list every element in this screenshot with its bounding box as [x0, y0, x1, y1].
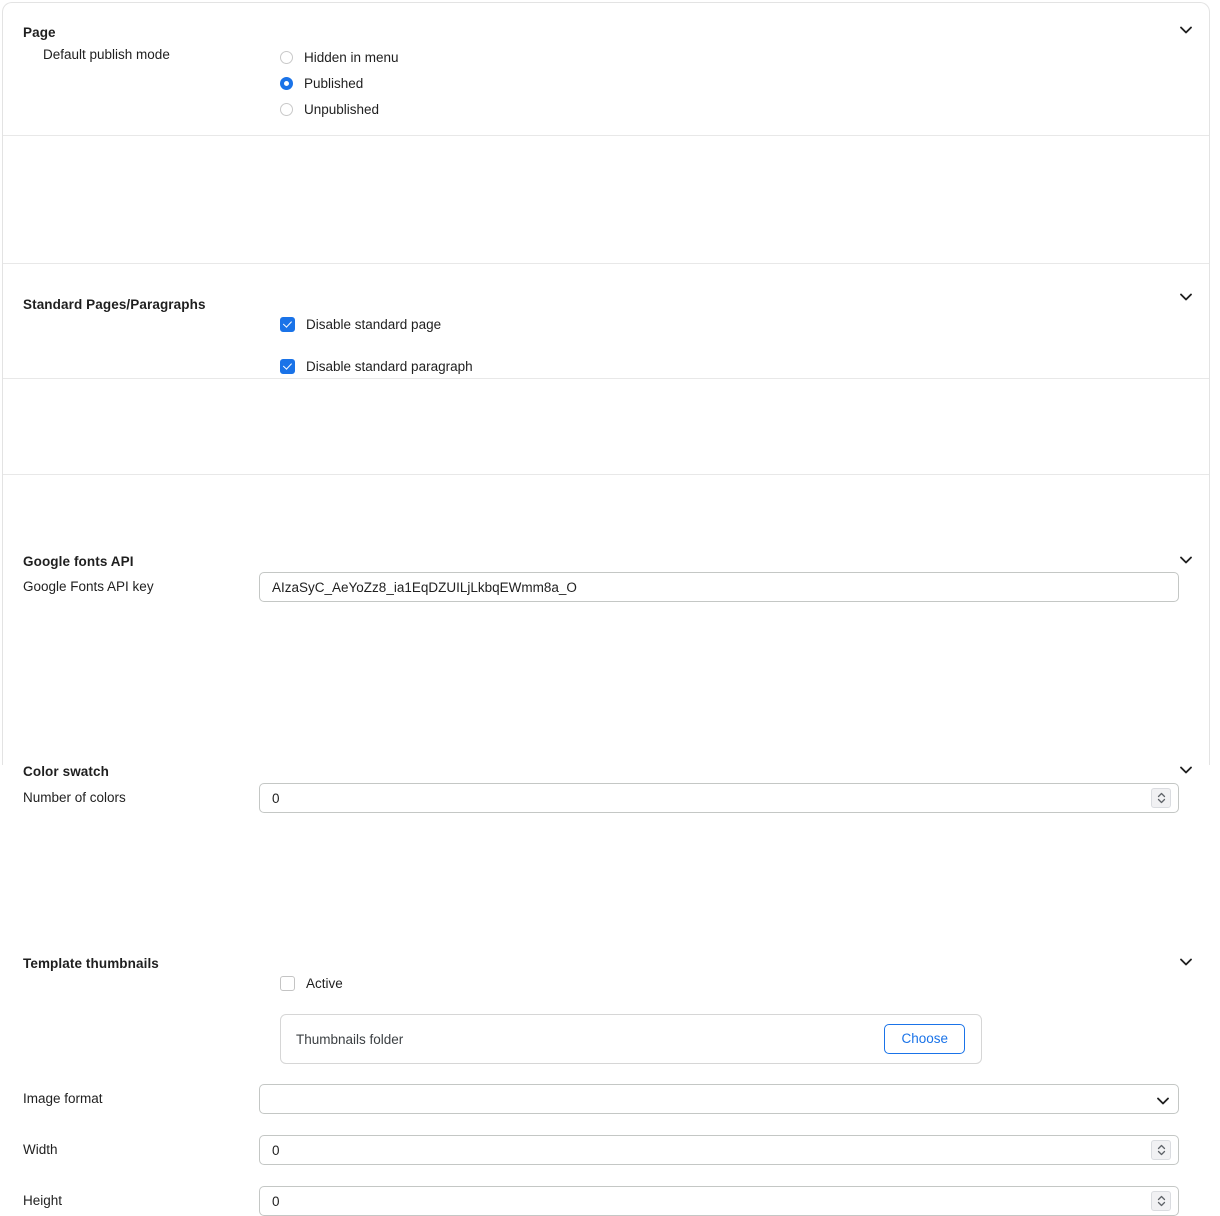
radio-option-unpublished[interactable]: Unpublished — [280, 96, 399, 122]
image-format-select[interactable] — [259, 1084, 1179, 1114]
radio-label: Published — [304, 75, 364, 91]
radio-circle-selected-icon — [280, 76, 293, 90]
control-width — [259, 1135, 1209, 1165]
label-default-publish-mode: Default publish mode — [43, 47, 170, 62]
collapse-page-chevron-down-icon[interactable] — [1177, 21, 1195, 39]
section-google-fonts-api: Google fonts API Google Fonts API key — [3, 264, 1209, 602]
label-number-of-colors: Number of colors — [23, 790, 126, 805]
radio-circle-icon — [280, 50, 293, 64]
width-stepper[interactable] — [1151, 1140, 1171, 1160]
radio-option-published[interactable]: Published — [280, 70, 399, 96]
radio-label: Unpublished — [304, 101, 380, 117]
control-height — [259, 1186, 1209, 1216]
section-page: Page Default publish mode Hidden in menu… — [3, 3, 1209, 136]
section-title-color-swatch: Color swatch — [23, 764, 109, 779]
label-height: Height — [23, 1193, 63, 1208]
width-input[interactable] — [259, 1135, 1179, 1165]
section-template-thumbnails: Template thumbnails Active Thumbnails fo… — [3, 475, 1209, 1216]
radio-group-default-publish-mode: Hidden in menu Published Unpublished — [280, 44, 399, 122]
checkbox-group-active: Active — [280, 976, 343, 991]
radio-label: Hidden in menu — [304, 49, 399, 65]
label-image-format: Image format — [23, 1091, 103, 1106]
settings-card: Page Default publish mode Hidden in menu… — [2, 2, 1210, 1216]
row-number-of-colors: Number of colors — [3, 783, 1209, 813]
row-height: Height — [3, 1186, 1209, 1216]
row-image-format: Image format — [3, 1084, 1209, 1114]
choose-folder-button[interactable]: Choose — [884, 1024, 965, 1054]
checkbox-label: Active — [306, 976, 343, 991]
collapse-template-thumbnails-chevron-down-icon[interactable] — [1177, 953, 1195, 971]
radio-circle-icon — [280, 102, 293, 116]
thumbnails-folder-field[interactable]: Thumbnails folder Choose — [280, 1014, 982, 1064]
section-title-page: Page — [23, 25, 56, 40]
checkbox-active[interactable]: Active — [280, 976, 343, 991]
row-width: Width — [3, 1135, 1209, 1165]
section-title-template-thumbnails: Template thumbnails — [23, 956, 159, 971]
control-image-format — [259, 1084, 1209, 1114]
label-width: Width — [23, 1142, 58, 1157]
section-standard-pages-paragraphs: Standard Pages/Paragraphs Disable standa… — [3, 136, 1209, 374]
number-of-colors-input[interactable] — [259, 783, 1179, 813]
radio-option-hidden-in-menu[interactable]: Hidden in menu — [280, 44, 399, 70]
checkbox-unchecked-icon — [280, 976, 295, 991]
section-color-swatch: Color swatch Number of colors — [3, 379, 1209, 813]
height-input[interactable] — [259, 1186, 1179, 1216]
control-number-of-colors — [259, 783, 1209, 813]
height-stepper[interactable] — [1151, 1191, 1171, 1211]
number-of-colors-stepper[interactable] — [1151, 788, 1171, 808]
thumbnails-folder-placeholder: Thumbnails folder — [296, 1031, 404, 1047]
